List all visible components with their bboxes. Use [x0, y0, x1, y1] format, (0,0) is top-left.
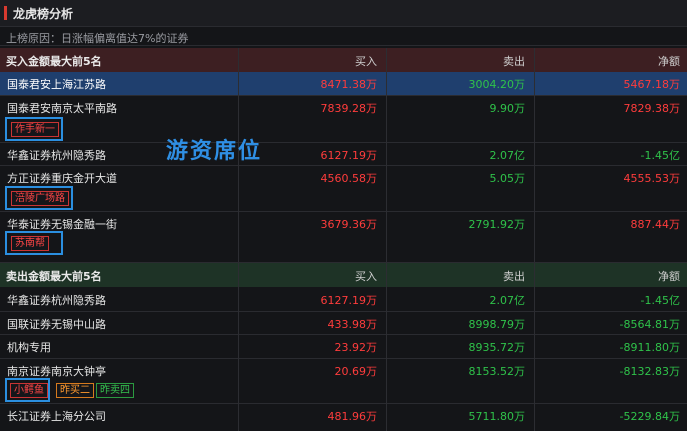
table-row[interactable]: 机构专用 23.92万 8935.72万 -8911.80万	[0, 335, 687, 359]
table-row[interactable]: 长江证券上海分公司 481.96万 5711.80万 -5229.84万	[0, 404, 687, 428]
net-amount: -8911.80万	[619, 341, 680, 354]
buy-amount: 8471.38万	[320, 78, 378, 91]
hot-money-annotation: 游资席位	[166, 139, 263, 164]
seat-name: 南京证券南京大钟亭	[7, 365, 106, 378]
sell-amount: 2.07亿	[489, 149, 526, 162]
sell-amount: 2791.92万	[468, 218, 526, 231]
trader-tag: 昨买二	[56, 383, 94, 398]
sell-amount: 3004.20万	[468, 78, 526, 91]
seat-name: 国联证券无锡中山路	[7, 318, 106, 331]
net-amount: 7829.38万	[623, 102, 681, 115]
col-header-sell: 卖出	[503, 55, 525, 68]
table-row[interactable]: 方正证券重庆金开大道 4560.58万 5.05万 4555.53万	[0, 166, 687, 212]
sell-amount: 8935.72万	[468, 341, 526, 354]
col-header-sell: 卖出	[503, 270, 525, 283]
trader-tag: 昨卖四	[96, 383, 134, 398]
seat-name: 机构专用	[7, 341, 51, 354]
trader-tag: 作手新一	[11, 122, 59, 137]
table-row[interactable]: 华鑫证券杭州隐秀路 6127.19万 2.07亿 -1.45亿	[0, 143, 687, 166]
seat-name: 国泰君安上海江苏路	[7, 78, 106, 91]
net-amount: 4555.53万	[623, 172, 681, 185]
sell-amount: 9.90万	[489, 102, 526, 115]
net-amount: -1.45亿	[640, 149, 680, 162]
table-row[interactable]: 国联证券无锡中山路 433.98万 8998.79万 -8564.81万	[0, 312, 687, 335]
col-header-net: 净额	[658, 270, 680, 283]
column-divider	[534, 48, 535, 262]
buy-amount: 6127.19万	[320, 294, 378, 307]
buy-amount: 7839.28万	[320, 102, 378, 115]
sell-amount: 5711.80万	[468, 410, 526, 423]
trader-tag: 涪陵广场路	[11, 191, 69, 206]
net-amount: -8564.81万	[619, 318, 680, 331]
sell-section-title: 卖出金额最大前5名	[6, 270, 102, 283]
col-header-buy: 买入	[355, 270, 377, 283]
net-amount: -8132.83万	[619, 365, 680, 378]
seat-name: 方正证券重庆金开大道	[7, 172, 117, 185]
table-row[interactable]: 华泰证券无锡金融一街 3679.36万 2791.92万 887.44万	[0, 212, 687, 263]
sell-amount: 8998.79万	[468, 318, 526, 331]
buy-amount: 20.69万	[334, 365, 378, 378]
column-divider	[238, 263, 239, 431]
seat-name: 国泰君安南京太平南路	[7, 102, 117, 115]
table-row[interactable]: 国泰君安上海江苏路 8471.38万 3004.20万 5467.18万	[0, 72, 687, 96]
buy-section-title: 买入金额最大前5名	[6, 55, 102, 68]
col-header-buy: 买入	[355, 55, 377, 68]
seat-name: 长江证券上海分公司	[7, 410, 106, 423]
window-titlebar: 龙虎榜分析	[0, 0, 687, 27]
column-divider	[534, 263, 535, 431]
net-amount: -5229.84万	[619, 410, 680, 423]
table-row[interactable]: 华鑫证券杭州隐秀路 6127.19万 2.07亿 -1.45亿	[0, 288, 687, 312]
sell-section-header: 卖出金额最大前5名 买入 卖出 净额	[0, 263, 687, 287]
col-header-net: 净额	[658, 55, 680, 68]
seat-name: 华泰证券无锡金融一街	[7, 218, 117, 231]
net-amount: 5467.18万	[623, 78, 681, 91]
sell-amount: 8153.52万	[468, 365, 526, 378]
divider	[0, 45, 687, 46]
buy-amount: 433.98万	[327, 318, 378, 331]
title-accent-bar	[4, 6, 7, 20]
net-amount: 887.44万	[630, 218, 681, 231]
window-title: 龙虎榜分析	[13, 7, 74, 21]
seat-name: 华鑫证券杭州隐秀路	[7, 149, 106, 162]
buy-amount: 3679.36万	[320, 218, 378, 231]
buy-amount: 481.96万	[327, 410, 378, 423]
listing-reason: 上榜原因：日涨幅偏离值达7%的证券	[6, 32, 189, 45]
net-amount: -1.45亿	[640, 294, 680, 307]
column-divider	[386, 48, 387, 262]
seat-name: 华鑫证券杭州隐秀路	[7, 294, 106, 307]
trader-tag: 小鳄鱼	[10, 383, 48, 398]
column-divider	[386, 263, 387, 431]
sell-amount: 2.07亿	[489, 294, 526, 307]
table-row[interactable]: 国泰君安南京太平南路 7839.28万 9.90万 7829.38万	[0, 96, 687, 143]
buy-amount: 4560.58万	[320, 172, 378, 185]
buy-amount: 23.92万	[334, 341, 378, 354]
sell-amount: 5.05万	[489, 172, 526, 185]
trader-tag: 苏南帮	[11, 236, 49, 251]
buy-section-header: 买入金额最大前5名 买入 卖出 净额	[0, 48, 687, 72]
